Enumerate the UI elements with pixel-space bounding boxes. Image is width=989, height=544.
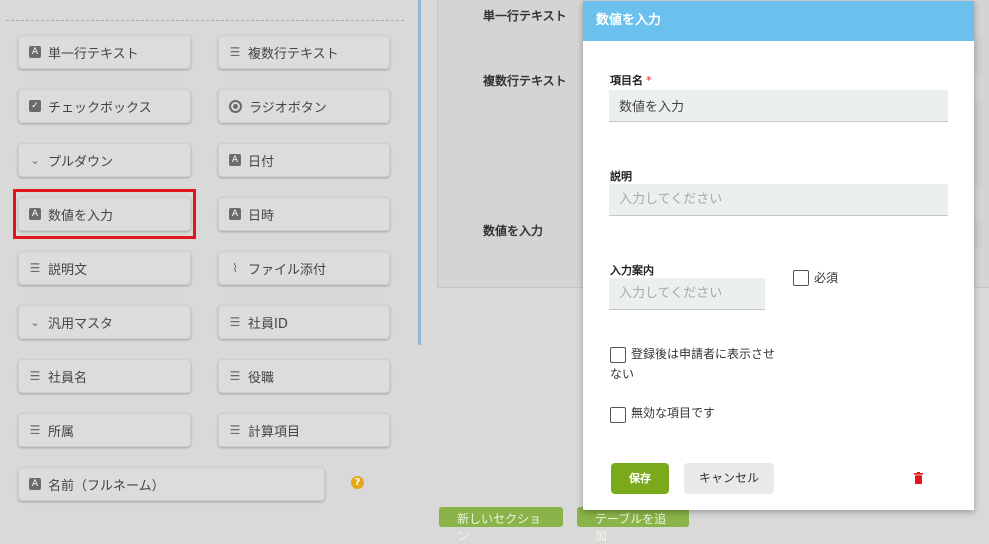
- palette-button-label: 所属: [48, 424, 75, 440]
- palette-button-label: 単一行テキスト: [48, 46, 139, 62]
- palette-button-date[interactable]: A 日付: [218, 143, 390, 177]
- palette-button-calculated-item[interactable]: ☰ 計算項目: [218, 413, 390, 447]
- palette-button-label: 日時: [248, 208, 275, 224]
- invalid-item-checkbox[interactable]: [610, 407, 626, 423]
- palette-button-employee-name[interactable]: ☰ 社員名: [18, 359, 191, 393]
- palette-button-datetime[interactable]: A 日時: [218, 197, 390, 231]
- modal-title: 数値を入力: [583, 1, 974, 41]
- required-asterisk: *: [646, 74, 652, 87]
- item-name-label: 項目名 *: [610, 72, 652, 88]
- palette-button-checkbox[interactable]: ✓ チェックボックス: [18, 89, 191, 123]
- palette-button-employee-id[interactable]: ☰ 社員ID: [218, 305, 390, 339]
- preview-label-single-line-text: 単一行テキスト: [483, 9, 567, 23]
- palette-divider: [6, 20, 404, 21]
- trash-icon[interactable]: [914, 472, 923, 484]
- lines-icon: ☰: [229, 369, 241, 383]
- palette-button-department[interactable]: ☰ 所属: [18, 413, 191, 447]
- field-settings-modal: 数値を入力 項目名* 説明 入力案内 必須 登録後は申請者に表示させない 無効な…: [583, 1, 974, 510]
- palette-button-label: 説明文: [48, 262, 88, 278]
- text-field-icon: A: [229, 208, 241, 220]
- item-name-label-text: 項目名: [610, 74, 643, 87]
- lines-icon: ☰: [29, 261, 41, 275]
- description-input[interactable]: [609, 184, 948, 216]
- chevron-down-icon: ⌄: [30, 153, 40, 167]
- palette-button-label: 社員名: [48, 370, 88, 386]
- palette-button-description-text[interactable]: ☰ 説明文: [18, 251, 191, 285]
- help-icon[interactable]: ?: [351, 476, 364, 489]
- add-table-button[interactable]: テーブルを追加: [577, 507, 689, 543]
- palette-scrollbar[interactable]: [418, 0, 421, 345]
- palette-button-label: プルダウン: [48, 154, 114, 170]
- palette-button-label: 複数行テキスト: [248, 46, 339, 62]
- palette-button-label: 役職: [248, 370, 275, 386]
- text-field-icon: A: [29, 46, 41, 58]
- required-checkbox-label: 必須: [814, 271, 839, 285]
- guide-input[interactable]: [609, 278, 765, 310]
- lines-icon: ☰: [229, 423, 241, 437]
- palette-button-label: チェックボックス: [48, 100, 152, 116]
- hide-after-register-label: 登録後は申請者に表示させない: [610, 347, 776, 381]
- palette-button-label: 日付: [248, 154, 275, 170]
- palette-button-full-name[interactable]: A 名前（フルネーム）: [18, 467, 325, 501]
- palette-button-pulldown[interactable]: ⌄ プルダウン: [18, 143, 191, 177]
- palette-button-label: ファイル添付: [248, 262, 327, 278]
- palette-button-multi-line-text[interactable]: ☰ 複数行テキスト: [218, 35, 390, 69]
- lines-icon: ☰: [29, 369, 41, 383]
- add-section-button[interactable]: 新しいセクション: [439, 507, 563, 543]
- preview-label-multi-line-text: 複数行テキスト: [483, 74, 567, 88]
- save-button[interactable]: 保存: [611, 463, 669, 494]
- chevron-down-icon: ⌄: [30, 315, 40, 329]
- paperclip-icon: ⌇: [232, 261, 238, 275]
- palette-button-label: 計算項目: [248, 424, 301, 440]
- guide-label: 入力案内: [610, 264, 654, 277]
- item-name-input[interactable]: [609, 90, 948, 122]
- field-palette: A 単一行テキスト ☰ 複数行テキスト ✓ チェックボックス ラジオボタン ⌄ …: [0, 0, 421, 520]
- invalid-item-label: 無効な項目です: [631, 406, 716, 420]
- lines-icon: ☰: [229, 315, 241, 329]
- palette-button-label: 名前（フルネーム）: [48, 478, 165, 494]
- text-field-icon: A: [29, 478, 41, 490]
- palette-button-position[interactable]: ☰ 役職: [218, 359, 390, 393]
- palette-button-label: 汎用マスタ: [48, 316, 114, 332]
- palette-button-general-master[interactable]: ⌄ 汎用マスタ: [18, 305, 191, 339]
- palette-button-single-line-text[interactable]: A 単一行テキスト: [18, 35, 191, 69]
- preview-label-number-input: 数値を入力: [483, 224, 544, 238]
- cancel-button[interactable]: キャンセル: [684, 463, 774, 494]
- lines-icon: ☰: [229, 45, 241, 59]
- palette-button-file-attach[interactable]: ⌇ ファイル添付: [218, 251, 390, 285]
- radio-icon: [229, 99, 242, 113]
- description-label: 説明: [610, 170, 632, 183]
- text-field-icon: A: [229, 154, 241, 166]
- palette-button-radio[interactable]: ラジオボタン: [218, 89, 390, 123]
- lines-icon: ☰: [29, 423, 41, 437]
- checkbox-icon: ✓: [29, 100, 41, 112]
- palette-button-label: 社員ID: [248, 316, 288, 332]
- required-checkbox[interactable]: [793, 270, 809, 286]
- highlight-box: [13, 189, 196, 239]
- palette-button-label: ラジオボタン: [249, 100, 327, 116]
